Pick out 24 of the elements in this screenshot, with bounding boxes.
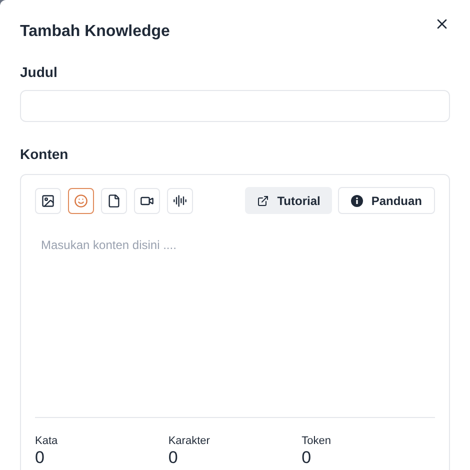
field-label: Judul	[20, 63, 58, 82]
stat-value: 0	[168, 448, 179, 468]
smiley-icon	[74, 194, 88, 208]
stat-label: Kata	[35, 434, 59, 448]
stat-value: 0	[302, 448, 312, 468]
image-icon	[41, 194, 55, 208]
dialog-title: Tambah Knowledge	[20, 22, 170, 42]
stat-label: Token	[302, 434, 332, 448]
guide-button[interactable]: Panduan	[338, 187, 435, 214]
sound-wave-tool-button[interactable]	[167, 188, 193, 214]
stat-label: Karakter	[168, 434, 211, 448]
external-link-icon	[257, 194, 270, 206]
sound-wave-icon	[173, 194, 187, 208]
stat-value: 0	[35, 448, 46, 468]
info-icon	[351, 194, 364, 206]
smiley-tool-button[interactable]	[68, 188, 94, 214]
tutorial-button[interactable]: Tutorial	[245, 187, 332, 214]
field-label: Konten	[20, 145, 70, 164]
video-camera-tool-button[interactable]	[134, 188, 160, 214]
file-tool-button[interactable]	[101, 188, 127, 214]
content-field[interactable]: Tutorial Panduan Masukan konten disini .... Kata 0 Karakter 0 Token 0	[20, 174, 450, 470]
image-tool-button[interactable]	[35, 188, 61, 214]
input-field[interactable]	[20, 90, 450, 122]
file-icon	[107, 194, 121, 208]
